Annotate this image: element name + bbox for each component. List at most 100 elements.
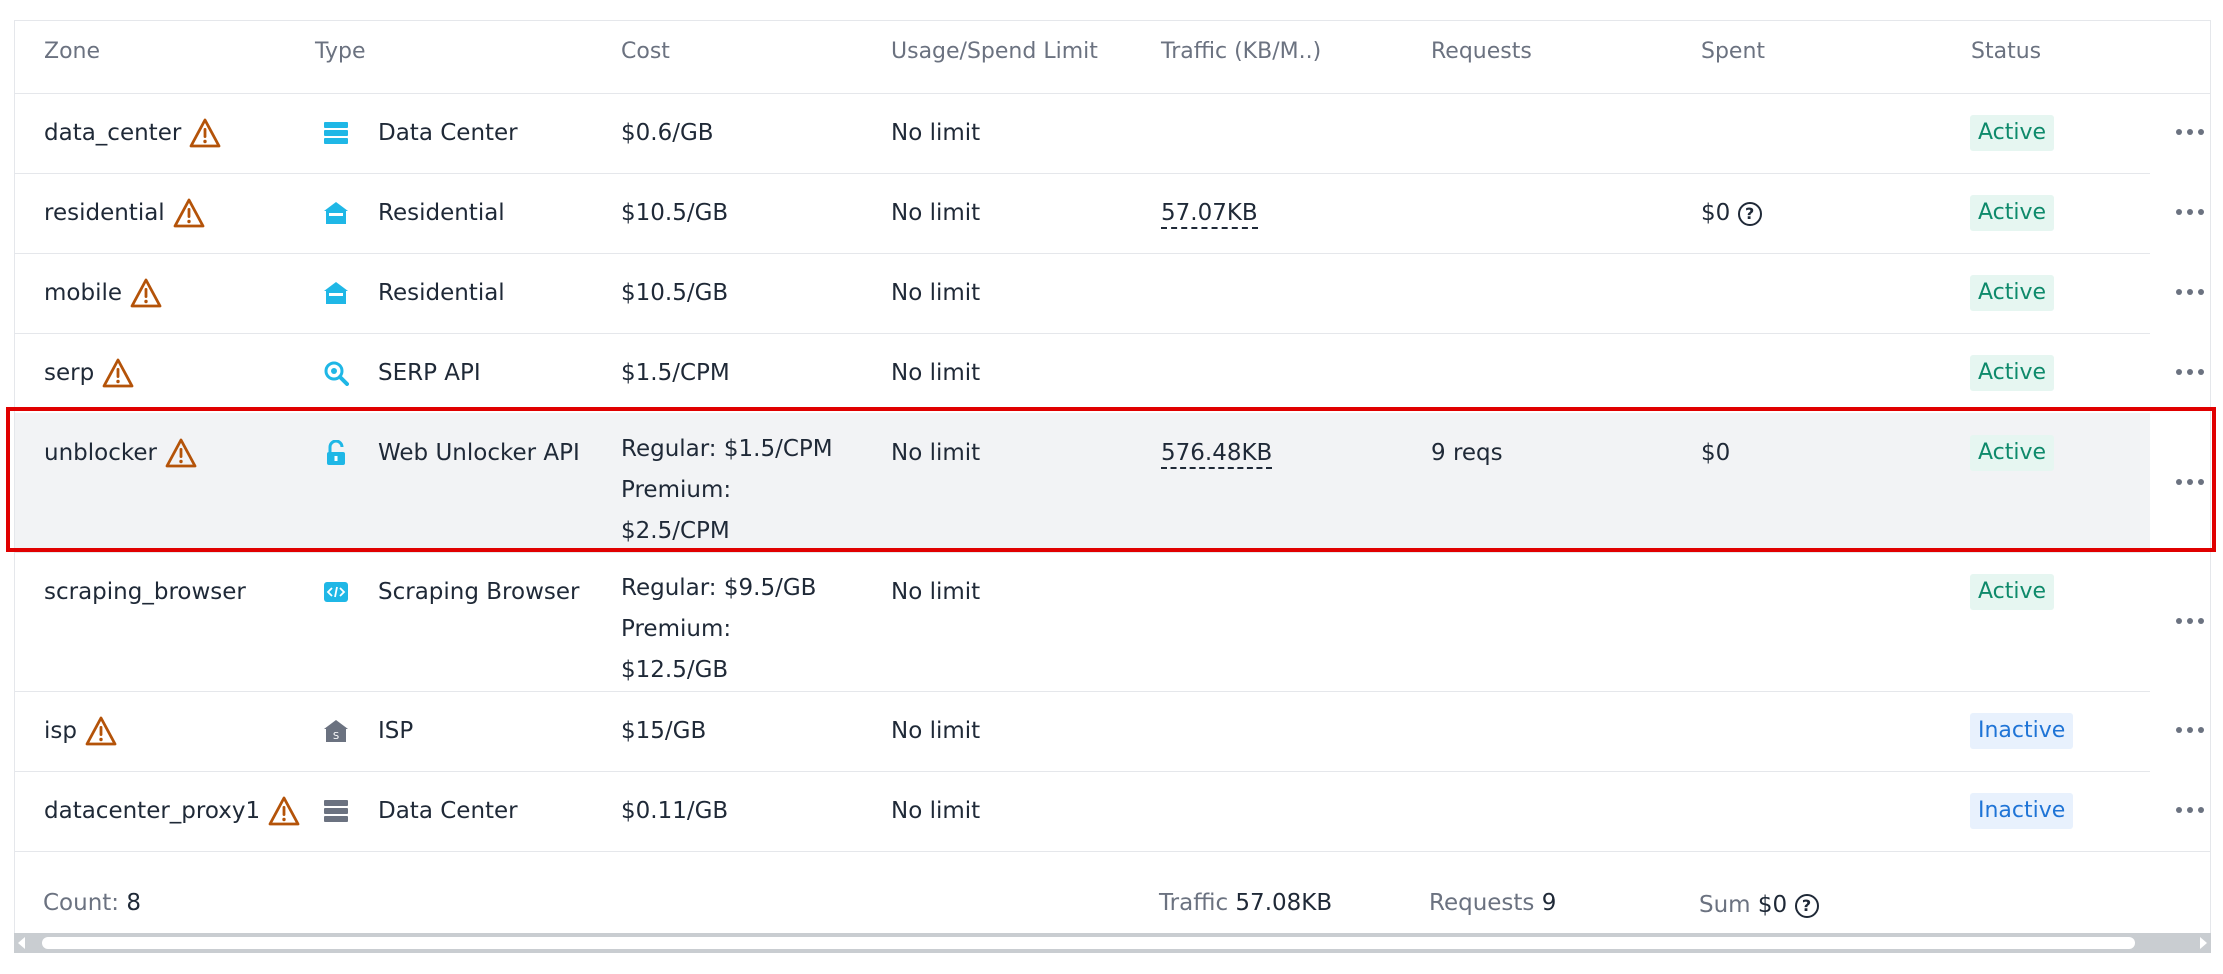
zone-cell: scraping_browser <box>44 577 246 607</box>
status-badge: Active <box>1970 355 2055 391</box>
zone-cell: serp <box>44 358 134 388</box>
warning-icon <box>102 358 134 388</box>
cost-cell: $0.11/GB <box>621 798 729 824</box>
table-row[interactable]: data_center Data Center $0.6/GB No limit Act… <box>15 93 2204 174</box>
zone-name[interactable]: datacenter_proxy1 <box>44 796 260 826</box>
spent-cell: $0 ? <box>1701 198 1762 228</box>
traffic-cell[interactable]: 57.07KB <box>1161 198 1258 229</box>
warning-icon <box>165 438 197 468</box>
help-icon[interactable]: ? <box>1737 201 1762 226</box>
requests-cell: 9 reqs <box>1431 440 1503 466</box>
limit-cell: No limit <box>891 200 981 226</box>
table-row[interactable]: mobile Residential $10.5/GB No limit Active <box>15 253 2204 334</box>
header-zone[interactable]: Zone <box>44 37 100 67</box>
footer-requests: Requests 9 <box>1429 888 1556 918</box>
traffic-value: 57.08KB <box>1235 890 1333 916</box>
traffic-value[interactable]: 576.48KB <box>1161 440 1273 469</box>
house-icon <box>323 200 349 226</box>
type-label: Residential <box>378 280 505 306</box>
zone-name[interactable]: scraping_browser <box>44 577 246 607</box>
traffic-label: Traffic <box>1159 890 1229 916</box>
status-badge: Active <box>1970 115 2055 151</box>
table-row[interactable]: residential Residential $10.5/GB No limit 57… <box>15 173 2204 254</box>
cost-line: Premium: <box>621 477 732 503</box>
more-options-icon[interactable] <box>2176 289 2204 297</box>
status-badge: Inactive <box>1970 713 2074 749</box>
more-options-icon[interactable] <box>2176 479 2204 487</box>
cost-line: Regular: $1.5/CPM <box>621 436 833 462</box>
requests-label: Requests <box>1429 890 1535 916</box>
scroll-right-icon[interactable] <box>2200 937 2207 949</box>
zone-cell: data_center <box>44 118 221 148</box>
header-spent[interactable]: Spent <box>1701 37 1765 67</box>
cost-line: Regular: $9.5/GB <box>621 575 817 601</box>
table-row[interactable]: unblocker Web Unlocker API Regular: $1.5/C… <box>15 413 2204 553</box>
type-label: Data Center <box>378 120 518 146</box>
header-usage-limit[interactable]: Usage/Spend Limit <box>891 37 1098 67</box>
cost-cell: $1.5/CPM <box>621 360 730 386</box>
limit-cell: No limit <box>891 360 981 386</box>
type-label: Web Unlocker API <box>378 440 580 466</box>
more-options-icon[interactable] <box>2176 807 2204 815</box>
cost-cell: Regular: $1.5/CPM Premium: $2.5/CPM <box>621 429 833 552</box>
server-icon <box>323 120 349 146</box>
warning-icon <box>173 198 205 228</box>
type-label: Residential <box>378 200 505 226</box>
count-value: 8 <box>126 890 142 916</box>
header-type[interactable]: Type <box>315 37 366 67</box>
limit-cell: No limit <box>891 440 981 466</box>
zone-name[interactable]: unblocker <box>44 438 157 468</box>
limit-cell: No limit <box>891 120 981 146</box>
more-options-icon[interactable] <box>2176 727 2204 735</box>
header-status[interactable]: Status <box>1971 37 2041 67</box>
limit-cell: No limit <box>891 718 981 744</box>
more-options-icon[interactable] <box>2176 369 2204 377</box>
unlock-icon <box>323 439 349 466</box>
header-traffic[interactable]: Traffic (KB/M..) <box>1161 37 1321 67</box>
code-icon <box>323 579 349 605</box>
table-row[interactable]: serp SERP API $1.5/CPM No limit Active <box>15 333 2204 414</box>
cost-cell: $10.5/GB <box>621 280 729 306</box>
status-badge: Active <box>1970 574 2055 610</box>
type-label: Data Center <box>378 798 518 824</box>
header-cost[interactable]: Cost <box>621 37 670 67</box>
zone-cell: isp <box>44 716 117 746</box>
status-badge: Active <box>1970 195 2055 231</box>
traffic-value[interactable]: 57.07KB <box>1161 200 1258 229</box>
traffic-cell[interactable]: 576.48KB <box>1161 438 1273 469</box>
horizontal-scrollbar[interactable] <box>14 933 2211 953</box>
zone-name[interactable]: serp <box>44 358 94 388</box>
warning-icon <box>85 716 117 746</box>
zones-table: Zone Type Cost Usage/Spend Limit Traffic… <box>14 20 2211 946</box>
count-label: Count: <box>43 890 120 916</box>
table-row[interactable]: scraping_browser Scraping Browser Regular:… <box>15 552 2204 692</box>
spent-value: $0 <box>1701 440 1731 466</box>
cost-cell: $0.6/GB <box>621 120 714 146</box>
zone-name[interactable]: residential <box>44 198 165 228</box>
status-badge: Inactive <box>1970 793 2074 829</box>
more-options-icon[interactable] <box>2176 129 2204 137</box>
help-icon[interactable]: ? <box>1794 893 1819 918</box>
sum-label: Sum <box>1699 892 1751 918</box>
zone-name[interactable]: mobile <box>44 278 122 308</box>
scroll-left-icon[interactable] <box>18 937 25 949</box>
table-row[interactable]: isp S ISP $15/GB No limit Inactive <box>15 691 2204 772</box>
cost-line: Premium: <box>621 616 732 642</box>
sum-value: $0 <box>1757 892 1788 918</box>
zone-name[interactable]: isp <box>44 716 77 746</box>
zone-cell: datacenter_proxy1 <box>44 796 300 826</box>
header-requests[interactable]: Requests <box>1431 37 1532 67</box>
isp-house-icon: S <box>323 718 349 744</box>
more-options-icon[interactable] <box>2176 209 2204 217</box>
table-row[interactable]: datacenter_proxy1 Data Center $0.11/GB No l… <box>15 771 2210 852</box>
warning-icon <box>189 118 221 148</box>
cost-line: $12.5/GB <box>621 657 729 683</box>
scrollbar-thumb[interactable] <box>42 937 2135 949</box>
zone-name[interactable]: data_center <box>44 118 181 148</box>
zone-cell: unblocker <box>44 438 197 468</box>
more-options-icon[interactable] <box>2176 618 2204 626</box>
search-gear-icon <box>323 360 349 386</box>
warning-icon <box>130 278 162 308</box>
limit-cell: No limit <box>891 798 981 824</box>
spent-cell: $0 <box>1701 438 1730 468</box>
